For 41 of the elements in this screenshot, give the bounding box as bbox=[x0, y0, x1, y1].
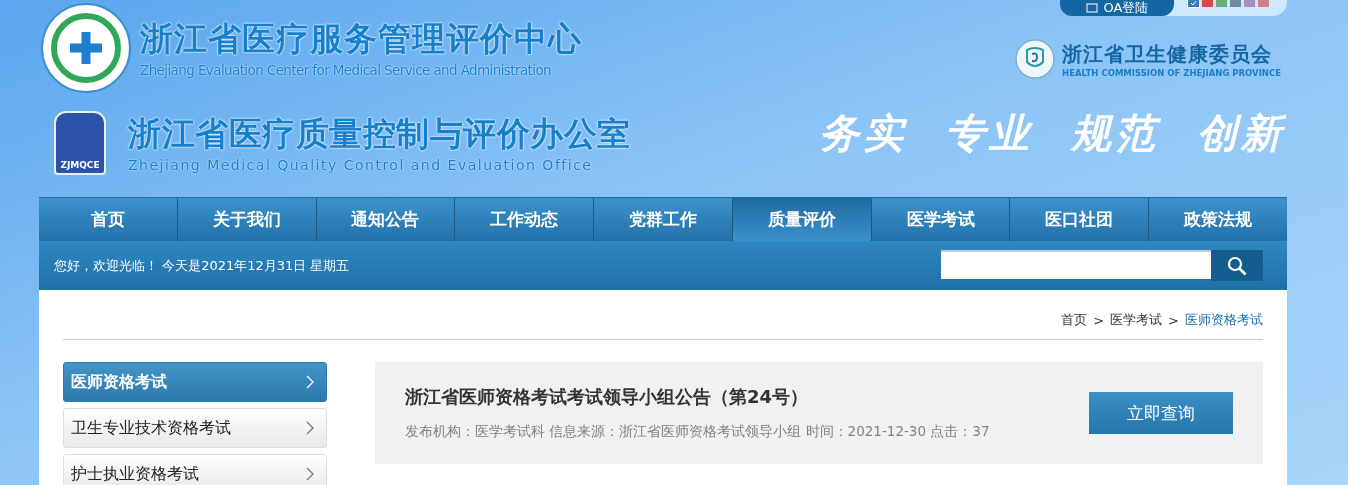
slogan-text: 规范 bbox=[1071, 108, 1159, 158]
slogan-text: 专业 bbox=[945, 108, 1033, 158]
breadcrumb-separator: > bbox=[1168, 312, 1179, 328]
chevron-right-icon bbox=[306, 467, 314, 481]
breadcrumb-link[interactable]: 医师资格考试 bbox=[1185, 311, 1263, 329]
office-subtitle: Zhejiang Medical Quality Control and Evaluation Office bbox=[128, 157, 594, 173]
slogan-text: 创新 bbox=[1197, 108, 1285, 158]
query-button[interactable]: 立即查询 bbox=[1089, 392, 1233, 434]
search-field[interactable] bbox=[941, 250, 1211, 279]
sidebar-item[interactable]: 医师资格考试 bbox=[63, 362, 327, 402]
center-subtitle: Zhejiang Evaluation Center for Medical Service and Administration bbox=[140, 62, 553, 78]
chevron-right-icon bbox=[306, 375, 314, 389]
search-icon bbox=[1227, 255, 1247, 276]
circular-logo-icon bbox=[40, 1, 132, 94]
theme-swatch[interactable] bbox=[1230, 0, 1241, 7]
slogan-text: 务实 bbox=[819, 108, 907, 158]
welcome-text: 您好，欢迎光临！ 今天是2021年12月31日 星期五 bbox=[54, 256, 350, 275]
breadcrumb-link[interactable]: 首页 bbox=[1061, 311, 1088, 329]
theme-swatch[interactable] bbox=[1258, 0, 1269, 7]
theme-swatch[interactable] bbox=[1188, 0, 1199, 7]
commission-subtitle: HEALTH COMMISSION OF ZHEJIANG PROVINCE bbox=[1062, 67, 1281, 78]
office-title: 浙江省医疗质量控制与评价办公室 bbox=[128, 113, 631, 155]
search-button[interactable] bbox=[1211, 250, 1263, 281]
nav-tab[interactable]: 质量评价 bbox=[732, 198, 872, 241]
emblem-icon bbox=[1014, 38, 1057, 80]
article-title[interactable]: 浙江省医师资格考试考试领导小组公告（第24号） bbox=[405, 385, 990, 409]
oa-login-button[interactable]: OA登陆 bbox=[1060, 0, 1174, 16]
monitor-icon bbox=[1085, 2, 1098, 13]
article-meta: 发布机构：医学考试科 信息来源：浙江省医师资格考试领导小组 时间：2021-12-30 点击：37 bbox=[405, 423, 990, 441]
chevron-right-icon bbox=[306, 421, 314, 435]
breadcrumb-separator: > bbox=[1093, 312, 1105, 328]
theme-swatch[interactable] bbox=[1216, 0, 1227, 7]
sidebar-item[interactable]: 卫生专业技术资格考试 bbox=[63, 408, 327, 448]
breadcrumb-link[interactable]: 医学考试 bbox=[1110, 311, 1163, 329]
theme-swatch[interactable] bbox=[1202, 0, 1213, 7]
shield-logo: ZJMQCE bbox=[54, 110, 106, 175]
sidebar-item[interactable]: 护士执业资格考试 bbox=[63, 454, 327, 485]
theme-swatch[interactable] bbox=[1244, 0, 1255, 7]
nav-tab[interactable]: 政策法规 bbox=[1149, 198, 1288, 241]
center-title: 浙江省医疗服务管理评价中心 bbox=[140, 18, 582, 60]
commission-title: 浙江省卫生健康委员会 bbox=[1062, 40, 1274, 68]
